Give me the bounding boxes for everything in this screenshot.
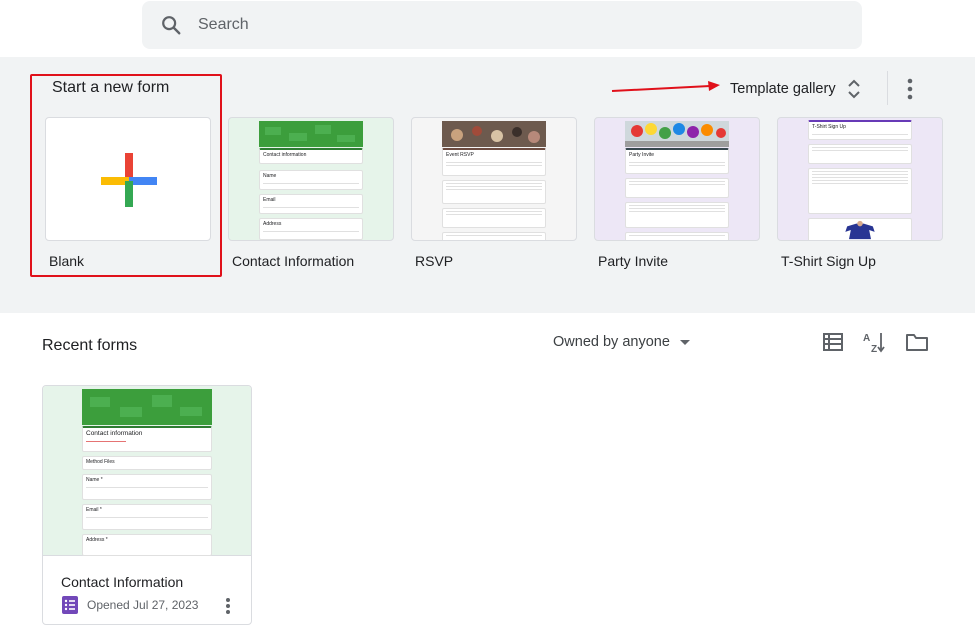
- form-header-card: Party Invite: [625, 148, 729, 174]
- form-field-card: [442, 180, 546, 204]
- sort-az-icon[interactable]: A Z: [862, 330, 886, 354]
- template-thumbnail[interactable]: Party Invite: [594, 117, 760, 241]
- owner-filter-dropdown[interactable]: Owned by anyone: [553, 334, 690, 350]
- template-blank[interactable]: Blank: [45, 117, 211, 269]
- form-thumbnail[interactable]: Contact information Method Files Name * …: [43, 386, 251, 556]
- form-field-card: Name *: [82, 474, 212, 500]
- form-header-card: T-Shirt Sign Up: [808, 120, 912, 140]
- recent-forms-section: Recent forms Owned by anyone A Z Contact…: [0, 313, 975, 625]
- unfold-more-icon: [847, 79, 860, 99]
- form-field-card: [808, 144, 912, 164]
- form-field-card: [625, 202, 729, 228]
- form-field-card: Email: [259, 194, 363, 214]
- opened-date: Opened Jul 27, 2023: [87, 598, 199, 612]
- form-field-card: [625, 178, 729, 198]
- form-field-card: Name: [259, 170, 363, 190]
- template-thumbnail[interactable]: [45, 117, 211, 241]
- tshirt-image: [845, 220, 875, 240]
- form-field-card: [808, 218, 912, 240]
- form-field-card: Address: [259, 218, 363, 240]
- form-field-card: [442, 232, 546, 240]
- svg-text:A: A: [863, 333, 870, 344]
- folder-icon[interactable]: [905, 330, 929, 354]
- recent-form-card[interactable]: Contact information Method Files Name * …: [42, 385, 252, 625]
- form-field-card: [625, 232, 729, 240]
- section-title: Recent forms: [42, 337, 138, 354]
- template-label: T-Shirt Sign Up: [781, 253, 876, 269]
- form-header-card: Contact information: [259, 148, 363, 164]
- plus-icon: [101, 153, 157, 207]
- form-meta: Opened Jul 27, 2023: [61, 596, 198, 614]
- template-gallery-button[interactable]: Template gallery: [720, 71, 872, 107]
- template-label: RSVP: [415, 253, 454, 269]
- header-image: [82, 389, 212, 425]
- caret-down-icon: [679, 339, 690, 345]
- template-thumbnail[interactable]: Event RSVP: [411, 117, 577, 241]
- template-label: Blank: [49, 253, 85, 269]
- template-party-invite[interactable]: Party Invite Party Invite: [594, 117, 760, 269]
- more-vert-icon[interactable]: [221, 596, 235, 616]
- template-rsvp[interactable]: Event RSVP RSVP: [411, 117, 577, 269]
- template-thumbnail[interactable]: Contact information Name Email Address: [228, 117, 394, 241]
- start-new-form-section: Start a new form Template gallery Blank: [0, 57, 975, 313]
- form-title: Contact Information: [61, 574, 184, 590]
- google-forms-icon: [62, 596, 78, 614]
- header-image: [442, 121, 546, 147]
- divider: [887, 71, 888, 105]
- template-gallery-label: Template gallery: [730, 81, 836, 97]
- more-vert-icon[interactable]: [900, 76, 920, 102]
- search-input[interactable]: [198, 9, 798, 41]
- section-title: Start a new form: [52, 79, 170, 96]
- form-field-card: Method Files: [82, 456, 212, 470]
- header-image: [625, 121, 729, 147]
- search-icon: [162, 16, 181, 35]
- form-field-card: [808, 168, 912, 214]
- form-field-card: [442, 208, 546, 228]
- template-tshirt-sign-up[interactable]: T-Shirt Sign Up T-Shirt Sign Up: [777, 117, 943, 269]
- top-bar: [0, 0, 975, 57]
- form-header-card: Contact information: [82, 426, 212, 452]
- form-field-card: Address *: [82, 534, 212, 556]
- form-header-card: Event RSVP: [442, 148, 546, 176]
- template-contact-information[interactable]: Contact information Name Email Address C…: [228, 117, 394, 269]
- template-label: Party Invite: [598, 253, 669, 269]
- search-bar[interactable]: [142, 1, 862, 49]
- arrow-annotation: [611, 81, 720, 92]
- svg-text:Z: Z: [871, 344, 877, 354]
- list-view-icon[interactable]: [821, 330, 845, 354]
- owner-filter-label: Owned by anyone: [553, 334, 670, 350]
- form-field-card: Email *: [82, 504, 212, 530]
- template-label: Contact Information: [232, 253, 355, 269]
- header-image: [259, 121, 363, 147]
- template-thumbnail[interactable]: T-Shirt Sign Up: [777, 117, 943, 241]
